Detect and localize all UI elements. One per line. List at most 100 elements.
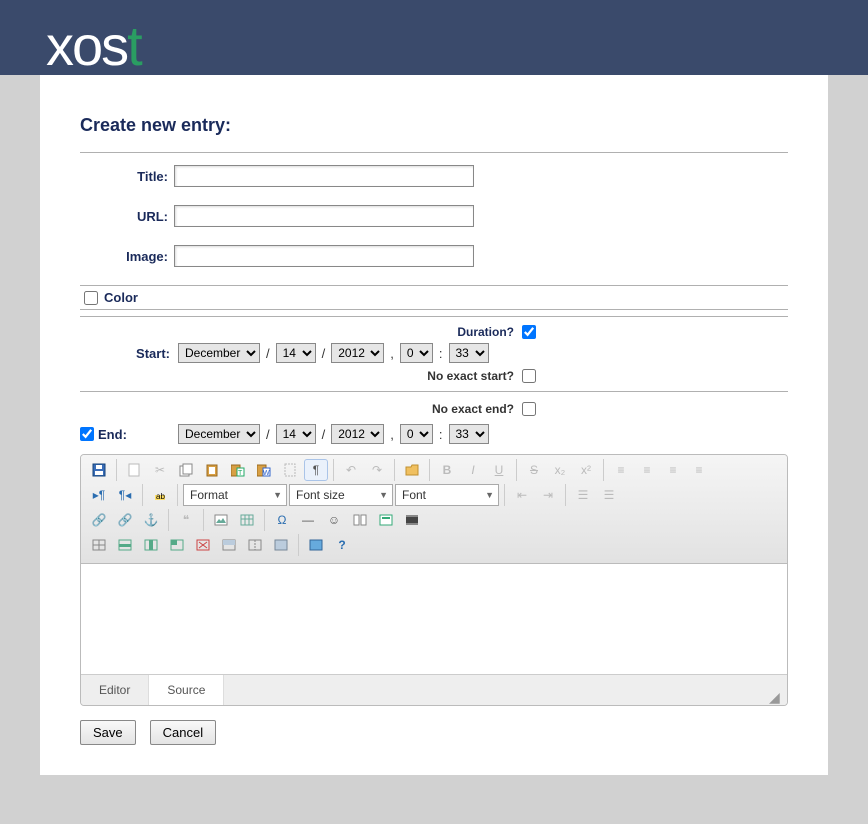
- start-month-select[interactable]: December: [178, 343, 260, 363]
- fontsize-select-label: Font size: [296, 488, 345, 502]
- cancel-button[interactable]: Cancel: [150, 720, 216, 745]
- start-minute-select[interactable]: 33: [449, 343, 489, 363]
- fontsize-select[interactable]: Font size▼: [289, 484, 393, 506]
- template-icon[interactable]: [348, 509, 372, 531]
- align-justify-icon[interactable]: ≡: [687, 459, 711, 481]
- cut-icon[interactable]: ✂: [148, 459, 172, 481]
- copy-icon[interactable]: [174, 459, 198, 481]
- divider: [80, 152, 788, 153]
- underline-icon[interactable]: U: [487, 459, 511, 481]
- rtl-icon[interactable]: ¶◂: [113, 484, 137, 506]
- select-all-icon[interactable]: [278, 459, 302, 481]
- rich-text-editor: ✂ T W ¶ ↶ ↷ B I U S: [80, 454, 788, 706]
- no-exact-start-checkbox[interactable]: [522, 369, 536, 383]
- paste-text-icon[interactable]: T: [226, 459, 250, 481]
- help-icon[interactable]: ?: [330, 534, 354, 556]
- paste-icon[interactable]: [200, 459, 224, 481]
- separator: /: [264, 346, 272, 361]
- duration-checkbox[interactable]: [522, 325, 536, 339]
- svg-text:T: T: [238, 470, 243, 477]
- table-split-icon[interactable]: [243, 534, 267, 556]
- ltr-icon[interactable]: ▸¶: [87, 484, 111, 506]
- start-hour-select[interactable]: 0: [400, 343, 433, 363]
- end-hour-select[interactable]: 0: [400, 424, 433, 444]
- end-year-select[interactable]: 2012: [331, 424, 384, 444]
- resize-handle[interactable]: ◢: [769, 689, 781, 701]
- save-button[interactable]: Save: [80, 720, 136, 745]
- format-select[interactable]: Format▼: [183, 484, 287, 506]
- url-input[interactable]: [174, 205, 474, 227]
- media-icon[interactable]: [400, 509, 424, 531]
- table-row-icon[interactable]: [113, 534, 137, 556]
- font-select[interactable]: Font▼: [395, 484, 499, 506]
- table-props-icon[interactable]: [269, 534, 293, 556]
- table-col-icon[interactable]: [139, 534, 163, 556]
- superscript-icon[interactable]: x²: [574, 459, 598, 481]
- fullscreen-icon[interactable]: [304, 534, 328, 556]
- table-insert-icon[interactable]: [87, 534, 111, 556]
- color-checkbox[interactable]: [84, 291, 98, 305]
- table-delete-icon[interactable]: [191, 534, 215, 556]
- end-minute-select[interactable]: 33: [449, 424, 489, 444]
- editor-tab[interactable]: Editor: [81, 675, 149, 705]
- emoji-icon[interactable]: ☺: [322, 509, 346, 531]
- bold-icon[interactable]: B: [435, 459, 459, 481]
- chevron-down-icon: ▼: [485, 490, 494, 500]
- redo-icon[interactable]: ↷: [365, 459, 389, 481]
- table-icon[interactable]: [235, 509, 259, 531]
- duration-label: Duration?: [457, 325, 514, 339]
- table-cell-icon[interactable]: [165, 534, 189, 556]
- folder-icon[interactable]: [400, 459, 424, 481]
- divider: [80, 285, 788, 286]
- unordered-list-icon[interactable]: ☰: [597, 484, 621, 506]
- svg-text:ab: ab: [156, 492, 165, 501]
- indent-icon[interactable]: ⇥: [536, 484, 560, 506]
- link-icon[interactable]: 🔗: [87, 509, 111, 531]
- paste-word-icon[interactable]: W: [252, 459, 276, 481]
- no-exact-end-label: No exact end?: [432, 402, 514, 416]
- separator: /: [320, 427, 328, 442]
- ordered-list-icon[interactable]: ☰: [571, 484, 595, 506]
- strike-icon[interactable]: S: [522, 459, 546, 481]
- image-icon[interactable]: [209, 509, 233, 531]
- editor-toolbar: ✂ T W ¶ ↶ ↷ B I U S: [81, 455, 787, 564]
- blockquote-icon[interactable]: ❝: [174, 509, 198, 531]
- undo-icon[interactable]: ↶: [339, 459, 363, 481]
- subscript-icon[interactable]: x₂: [548, 459, 572, 481]
- divider: [80, 316, 788, 317]
- color-label: Color: [104, 290, 138, 305]
- source-tab[interactable]: Source: [149, 675, 224, 705]
- start-year-select[interactable]: 2012: [331, 343, 384, 363]
- unlink-icon[interactable]: 🔗: [113, 509, 137, 531]
- end-label: End: [98, 427, 123, 442]
- new-doc-icon[interactable]: [122, 459, 146, 481]
- end-day-select[interactable]: 14: [276, 424, 316, 444]
- end-checkbox[interactable]: [80, 427, 94, 441]
- save-icon[interactable]: [87, 459, 111, 481]
- align-right-icon[interactable]: ≡: [661, 459, 685, 481]
- iframe-icon[interactable]: [374, 509, 398, 531]
- separator: ,: [388, 427, 396, 442]
- separator: :: [437, 346, 445, 361]
- url-label: URL:: [80, 209, 174, 224]
- separator: ,: [388, 346, 396, 361]
- outdent-icon[interactable]: ⇤: [510, 484, 534, 506]
- show-blocks-icon[interactable]: ¶: [304, 459, 328, 481]
- special-char-icon[interactable]: Ω: [270, 509, 294, 531]
- hr-icon[interactable]: ―: [296, 509, 320, 531]
- title-input[interactable]: [174, 165, 474, 187]
- svg-text:W: W: [263, 470, 270, 477]
- end-month-select[interactable]: December: [178, 424, 260, 444]
- image-input[interactable]: [174, 245, 474, 267]
- align-left-icon[interactable]: ≡: [609, 459, 633, 481]
- separator: :: [437, 427, 445, 442]
- anchor-icon[interactable]: ⚓: [139, 509, 163, 531]
- divider: [80, 309, 788, 310]
- italic-icon[interactable]: I: [461, 459, 485, 481]
- highlight-icon[interactable]: ab: [148, 484, 172, 506]
- start-day-select[interactable]: 14: [276, 343, 316, 363]
- table-merge-icon[interactable]: [217, 534, 241, 556]
- align-center-icon[interactable]: ≡: [635, 459, 659, 481]
- no-exact-end-checkbox[interactable]: [522, 402, 536, 416]
- editor-body[interactable]: [81, 564, 787, 674]
